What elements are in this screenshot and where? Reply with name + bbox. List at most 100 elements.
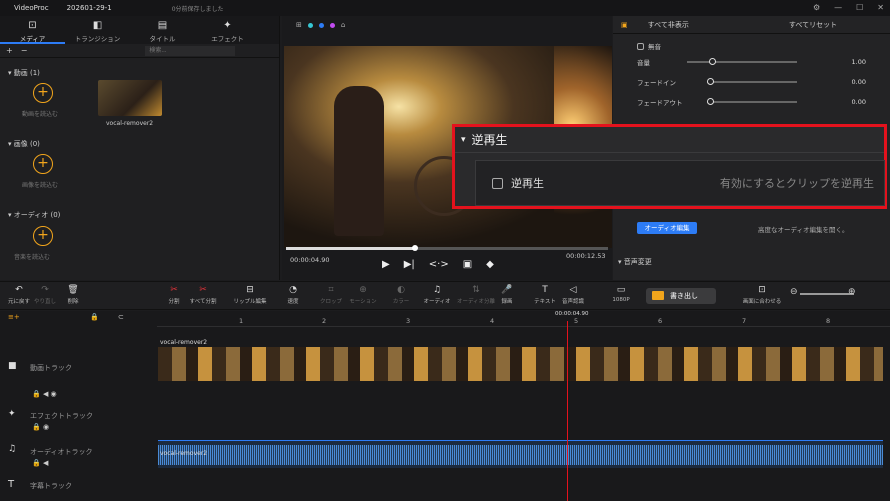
audio-clip-name: vocal-remover2	[160, 450, 208, 457]
scrubber-knob[interactable]	[412, 245, 418, 251]
ruler-tick: 2	[322, 317, 327, 325]
media-panel: ⊡メディア ◧トランジション ▤タイトル ✦エフェクト + − ▾ 動画 (1)…	[0, 16, 280, 280]
playhead-time: 00:00:04.90	[555, 311, 589, 317]
play-next-icon[interactable]: ▶|	[404, 259, 415, 270]
maximize-icon[interactable]: ☐	[856, 3, 863, 12]
timeline-ruler[interactable]: 1 2 3 4 5 6 7 8	[157, 311, 890, 327]
project-name[interactable]: 202601-29-1	[67, 4, 112, 12]
settings-icon[interactable]: ⚙	[813, 3, 820, 12]
effect-track-name: エフェクトトラック	[30, 412, 93, 420]
ruler-tick: 6	[658, 317, 663, 325]
play-icon[interactable]: ▶	[382, 259, 390, 270]
record-button[interactable]: 🎤 録画	[490, 285, 524, 305]
close-icon[interactable]: ✕	[877, 3, 884, 12]
split-all-button[interactable]: ✂ すべて分割	[186, 285, 220, 305]
color-icon: ◐	[397, 285, 405, 295]
add-video-label: 動画を読込む	[22, 111, 59, 118]
minimize-icon[interactable]: —	[834, 3, 842, 12]
motion-button[interactable]: ⊕ モーション	[346, 285, 380, 305]
hide-all-button[interactable]: すべて非表示	[648, 20, 689, 30]
volume-slider[interactable]	[687, 58, 797, 65]
fadeout-value[interactable]: 0.00	[852, 98, 866, 106]
mute-checkbox[interactable]	[637, 42, 644, 50]
magnet-icon[interactable]: ⊂	[118, 313, 124, 321]
lock-icon[interactable]: ⌂	[341, 21, 345, 29]
effect-icon: ✦	[223, 20, 232, 31]
audio-track-controls[interactable]: 🔒 ◀	[32, 459, 48, 467]
transition-icon: ◧	[92, 20, 103, 31]
mute-row: 無音	[637, 40, 872, 52]
tab-transition[interactable]: ◧ トランジション	[65, 16, 130, 44]
tab-title[interactable]: ▤ タイトル	[130, 16, 195, 44]
speech-recognition-button[interactable]: ◁ 音声認識	[556, 285, 590, 305]
add-track-icon[interactable]: ≡+	[8, 313, 20, 321]
fadein-row: フェードイン 0.00	[637, 78, 866, 87]
timeline: 1 2 3 4 5 6 7 8 00:00:04.90 ≡+ 🔒 ⊂ ■ 動画ト…	[0, 311, 890, 501]
color-dot-purple[interactable]	[329, 22, 335, 28]
prev-next-icon[interactable]: <·>	[429, 259, 449, 270]
reset-all-button[interactable]: すべてリセット	[789, 20, 837, 30]
section-image[interactable]: ▾ 画像 (0)	[8, 139, 40, 149]
zoom-in-icon[interactable]: ⊕	[848, 287, 856, 297]
add-image-button[interactable]: +	[33, 154, 53, 174]
properties-header: ▣ すべて非表示 すべてリセット	[613, 16, 890, 34]
tab-media[interactable]: ⊡ メディア	[0, 16, 65, 44]
search-input[interactable]	[145, 45, 236, 56]
zoom-slider[interactable]	[800, 293, 854, 295]
fadein-slider-knob[interactable]	[707, 78, 714, 85]
section-video[interactable]: ▾ 動画 (1)	[8, 68, 40, 78]
save-status: 0分前保存しました	[171, 5, 224, 13]
grid-icon[interactable]: ⊞	[296, 21, 302, 29]
fadein-slider[interactable]	[707, 78, 797, 85]
resolution-button[interactable]: ▭ 1080P	[604, 285, 638, 303]
ruler-tick: 3	[406, 317, 411, 325]
audio-button[interactable]: ♫ オーディオ	[420, 285, 454, 305]
volume-value[interactable]: 1.00	[852, 58, 866, 66]
remove-icon[interactable]: −	[21, 46, 28, 55]
add-audio-label: 音楽を読込む	[14, 254, 51, 261]
playhead[interactable]	[567, 321, 568, 501]
volume-slider-knob[interactable]	[709, 58, 716, 65]
add-audio-button[interactable]: +	[33, 226, 53, 246]
color-dot-blue[interactable]	[318, 22, 324, 28]
split-all-icon: ✂	[199, 285, 207, 295]
volume-icon[interactable]: ◆	[486, 259, 494, 270]
preview-scrubber[interactable]	[286, 245, 608, 251]
tab-effect[interactable]: ✦ エフェクト	[195, 16, 260, 44]
effect-track-controls[interactable]: 🔒 ◉	[32, 423, 49, 431]
reverse-checkbox[interactable]	[492, 177, 503, 189]
add-icon[interactable]: +	[6, 46, 13, 55]
snapshot-icon[interactable]: ▣	[463, 259, 472, 270]
section-audio[interactable]: ▾ オーディオ (0)	[8, 210, 60, 220]
add-video-button[interactable]: +	[33, 83, 53, 103]
reverse-playback-panel: ▾ 逆再生 逆再生 有効にするとクリップを逆再生	[452, 124, 887, 209]
fadeout-slider[interactable]	[707, 98, 797, 105]
lock-all-icon[interactable]: 🔒	[90, 313, 99, 321]
reverse-header[interactable]: ▾ 逆再生	[455, 127, 884, 153]
audio-clip[interactable]: vocal-remover2	[158, 440, 883, 468]
ruler-tick: 7	[742, 317, 747, 325]
media-subbar: + −	[0, 44, 279, 58]
clip-thumbnail[interactable]	[98, 80, 162, 116]
motion-icon: ⊕	[359, 285, 367, 295]
audio-icon: ♫	[432, 285, 442, 295]
panel-toggle-icon[interactable]: ▣	[621, 21, 628, 29]
fit-screen-button[interactable]: ⊡ 画面に合わせる	[738, 285, 786, 305]
fadeout-slider-knob[interactable]	[707, 98, 714, 105]
speed-button[interactable]: ◔ 速度	[276, 285, 310, 305]
crop-button[interactable]: ⌗ クロップ	[314, 285, 348, 305]
export-button[interactable]: 書き出し	[646, 288, 716, 304]
delete-button[interactable]: 🗑 削除	[56, 285, 90, 305]
media-tabs: ⊡ メディア ◧ トランジション ▤ タイトル ✦ エフェクト	[0, 16, 279, 44]
ripple-edit-button[interactable]: ⊟ リップル編集	[230, 285, 270, 305]
color-dot-cyan[interactable]	[307, 22, 313, 28]
audio-edit-button[interactable]: オーディオ編集	[637, 222, 697, 234]
color-button[interactable]: ◐ カラー	[384, 285, 418, 305]
current-time: 00:00:04.90	[290, 256, 330, 264]
fit-icon: ⊡	[758, 285, 766, 295]
pitch-section[interactable]: ▾ 音声変更	[618, 257, 652, 267]
fadein-value[interactable]: 0.00	[852, 78, 866, 86]
zoom-out-icon[interactable]: ⊖	[790, 287, 798, 297]
video-clip[interactable]: vocal-remover2	[158, 339, 883, 381]
video-track-controls[interactable]: 🔒 ◀ ◉	[32, 390, 57, 398]
